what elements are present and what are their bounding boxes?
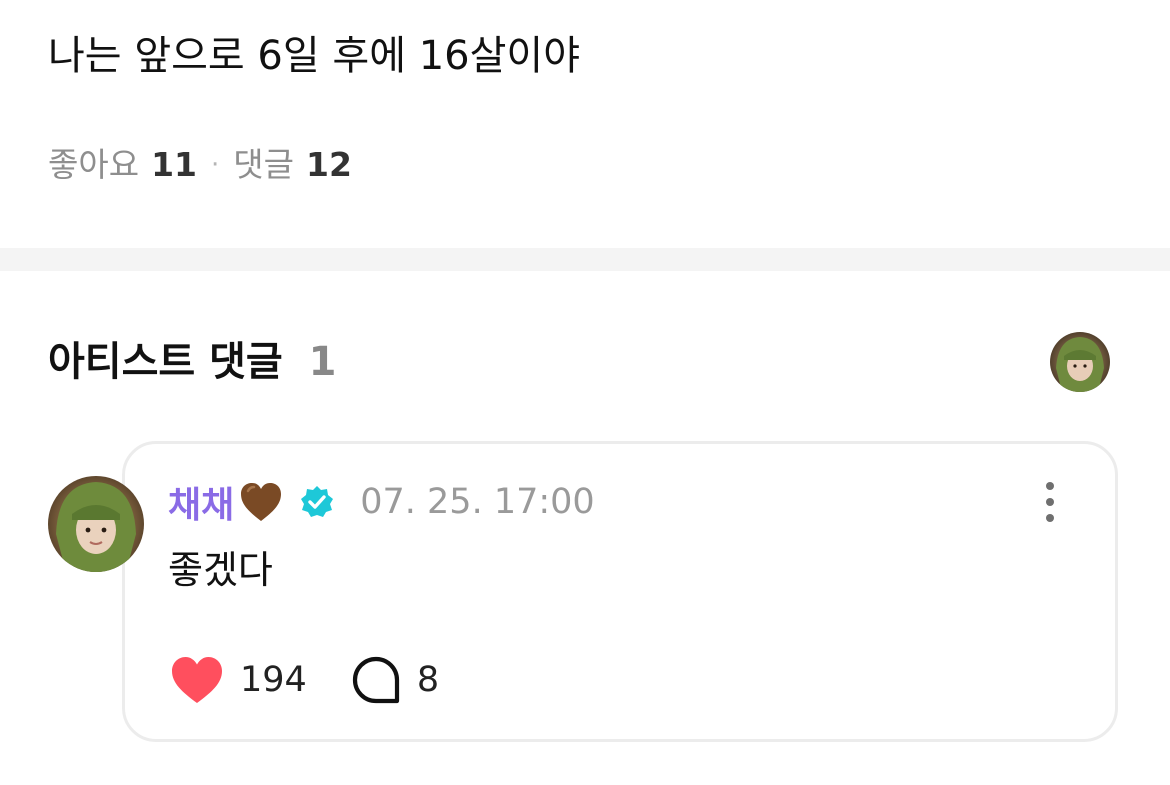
likes-count[interactable]: 11 <box>151 140 197 190</box>
comment-author-row: 채채 07. 25. 17:00 <box>168 474 595 530</box>
stats-separator: · <box>211 150 220 180</box>
comments-count[interactable]: 12 <box>306 140 352 190</box>
artist-comments-count: 1 <box>308 339 337 385</box>
commenter-avatar[interactable] <box>48 476 144 572</box>
artist-avatar[interactable] <box>1050 332 1110 392</box>
brown-heart-icon <box>241 483 282 521</box>
heart-icon[interactable] <box>170 655 224 705</box>
comment-like-count: 194 <box>240 660 307 700</box>
more-options-icon[interactable] <box>1034 480 1066 524</box>
section-divider <box>0 248 1170 271</box>
likes-label[interactable]: 좋아요 <box>48 140 139 190</box>
artist-comments-title: 아티스트 댓글 1 <box>48 334 337 390</box>
post-text: 나는 앞으로 6일 후에 16살이야 <box>48 33 581 79</box>
comment-text: 좋겠다 <box>168 548 273 592</box>
comment-actions: 194 8 <box>170 650 439 710</box>
comment-author-name[interactable]: 채채 <box>168 476 234 528</box>
comment-reply-count: 8 <box>416 660 440 700</box>
artist-comments-label: 아티스트 댓글 <box>48 339 283 385</box>
comment-timestamp: 07. 25. 17:00 <box>360 482 595 522</box>
post-stats: 좋아요 11 · 댓글 12 <box>48 140 352 190</box>
verified-badge-icon <box>301 486 334 517</box>
reply-bubble-icon[interactable] <box>351 655 401 705</box>
comments-label[interactable]: 댓글 <box>233 140 294 190</box>
